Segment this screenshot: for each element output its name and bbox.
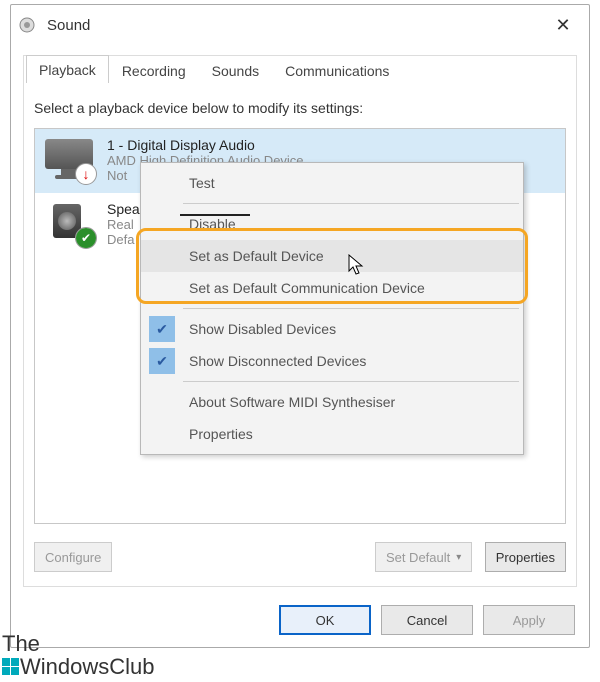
menu-disable[interactable]: Disable — [141, 208, 523, 240]
check-icon: ✔ — [149, 316, 175, 342]
menu-show-disconnected[interactable]: ✔ Show Disconnected Devices — [141, 345, 523, 377]
windows-logo-icon — [2, 657, 20, 675]
sound-icon — [17, 15, 37, 35]
properties-button[interactable]: Properties — [485, 542, 566, 572]
device-driver: Real — [107, 217, 140, 232]
menu-set-default[interactable]: Set as Default Device — [141, 240, 523, 272]
set-default-button[interactable]: Set Default — [375, 542, 472, 572]
ok-button[interactable]: OK — [279, 605, 371, 635]
context-menu: Test Disable Set as Default Device Set a… — [140, 162, 524, 455]
instruction-label: Select a playback device below to modify… — [34, 100, 566, 116]
watermark: The WindowsClub — [2, 632, 155, 678]
window-title: Sound — [47, 17, 543, 34]
apply-button[interactable]: Apply — [483, 605, 575, 635]
separator — [183, 203, 519, 204]
menu-test[interactable]: Test — [141, 167, 523, 199]
down-arrow-icon: ↓ — [75, 163, 97, 185]
separator — [183, 308, 519, 309]
checkmark-icon: ✔ — [75, 227, 97, 249]
menu-about-midi[interactable]: About Software MIDI Synthesiser — [141, 386, 523, 418]
titlebar: Sound ✕ — [11, 5, 589, 45]
annotation-strike — [180, 214, 250, 216]
tab-sounds[interactable]: Sounds — [199, 56, 272, 84]
separator — [183, 381, 519, 382]
cancel-button[interactable]: Cancel — [381, 605, 473, 635]
tab-playback[interactable]: Playback — [26, 55, 109, 83]
menu-properties[interactable]: Properties — [141, 418, 523, 450]
device-name: Spea — [107, 201, 140, 217]
monitor-icon: ↓ — [43, 137, 99, 183]
tab-communications[interactable]: Communications — [272, 56, 402, 84]
speaker-icon: ✔ — [43, 201, 99, 247]
tab-strip: Playback Recording Sounds Communications — [26, 55, 576, 83]
check-icon: ✔ — [149, 348, 175, 374]
menu-set-default-comm[interactable]: Set as Default Communication Device — [141, 272, 523, 304]
menu-show-disabled[interactable]: ✔ Show Disabled Devices — [141, 313, 523, 345]
tab-recording[interactable]: Recording — [109, 56, 199, 84]
close-button[interactable]: ✕ — [543, 15, 583, 36]
device-name: 1 - Digital Display Audio — [107, 137, 304, 153]
dialog-buttons: OK Cancel Apply — [279, 605, 575, 635]
device-status: Defa — [107, 232, 140, 247]
configure-button[interactable]: Configure — [34, 542, 112, 572]
device-buttons-row: Configure Set Default Properties — [34, 542, 566, 572]
